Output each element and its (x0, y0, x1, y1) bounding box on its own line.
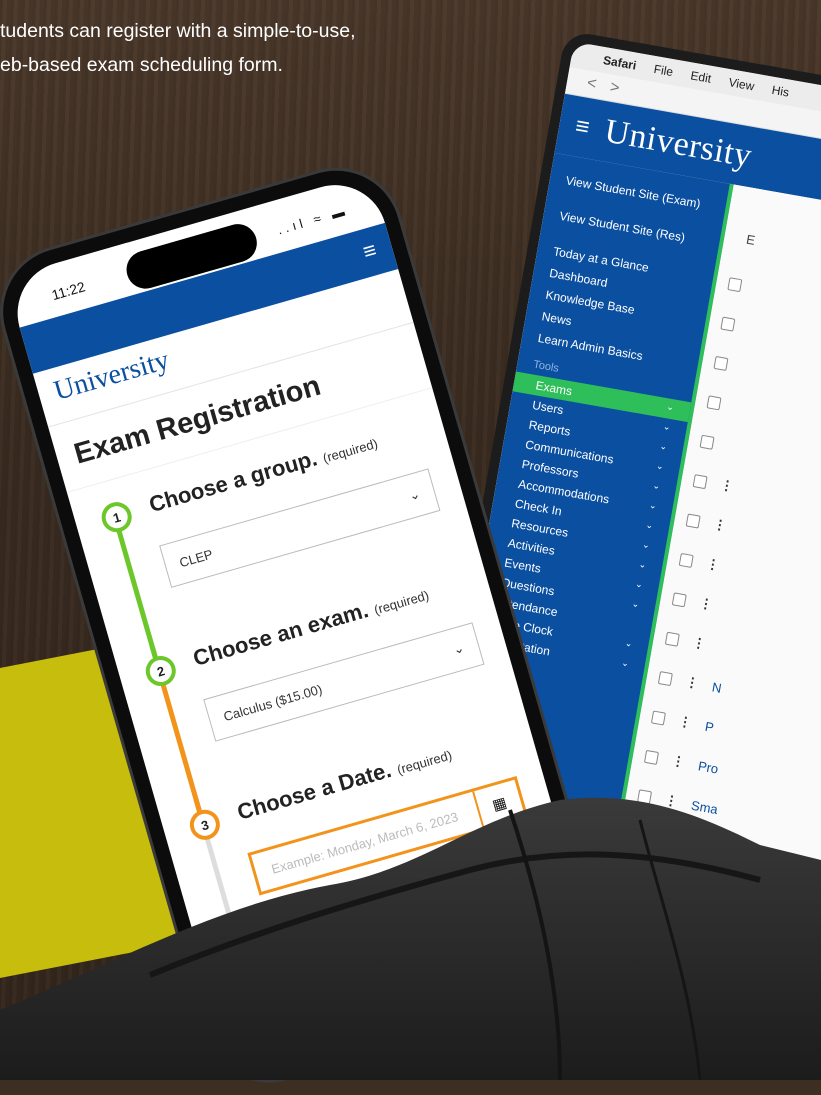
chevron-down-icon: ⌄ (658, 440, 669, 452)
menu-edit[interactable]: Edit (690, 68, 713, 85)
row-checkbox[interactable] (713, 355, 729, 371)
row-label[interactable]: Sma (690, 797, 719, 816)
row-checkbox[interactable] (657, 670, 673, 686)
forward-icon[interactable]: > (608, 79, 621, 98)
hamburger-icon[interactable]: ≡ (573, 112, 591, 142)
row-checkbox[interactable] (699, 434, 715, 450)
menu-safari[interactable]: Safari (602, 53, 637, 73)
back-icon[interactable]: < (585, 75, 598, 94)
row-checkbox[interactable] (664, 631, 680, 647)
chevron-down-icon: ⌄ (407, 485, 422, 504)
chevron-down-icon: ⌄ (655, 460, 665, 472)
menu-file[interactable]: File (653, 62, 674, 79)
table-row[interactable] (697, 421, 744, 468)
step-number: 3 (186, 806, 224, 844)
table-row[interactable] (704, 382, 751, 429)
chevron-down-icon: ⌄ (641, 539, 651, 551)
chevron-down-icon: ⌄ (648, 499, 658, 511)
status-time: 11:22 (49, 278, 87, 304)
row-checkbox[interactable] (637, 788, 653, 804)
chevron-down-icon: ⌄ (638, 558, 648, 570)
row-checkbox[interactable] (644, 749, 660, 765)
calendar-icon[interactable]: ▦ (472, 779, 525, 829)
menu-view[interactable]: View (728, 75, 756, 93)
row-checkbox[interactable] (650, 709, 667, 726)
chevron-down-icon: ⌄ (665, 401, 675, 413)
chevron-down-icon: ⌄ (651, 480, 662, 492)
row-label[interactable]: N (711, 679, 723, 695)
table-header: E (745, 231, 757, 248)
headline: tudents can register with a simple-to-us… (0, 20, 356, 76)
row-checkbox[interactable] (685, 513, 701, 529)
row-menu-icon[interactable]: ⋮ (705, 556, 720, 574)
row-checkbox[interactable] (678, 552, 694, 568)
step-number: 1 (98, 498, 136, 536)
chevron-down-icon: ⌄ (451, 639, 466, 658)
row-checkbox[interactable] (671, 591, 687, 607)
status-icons: ..ıl ≈ ▬ (275, 202, 351, 238)
table-row[interactable] (718, 303, 765, 350)
row-checkbox[interactable] (706, 394, 722, 410)
row-checkbox[interactable] (727, 276, 743, 292)
row-menu-icon[interactable]: ⋮ (691, 634, 706, 652)
row-menu-icon[interactable]: ⋮ (684, 674, 699, 692)
row-label[interactable]: Pro (697, 758, 720, 776)
row-checkbox[interactable] (630, 828, 646, 844)
row-menu-icon[interactable]: ⋮ (712, 516, 727, 534)
row-menu-icon[interactable]: ⋮ (656, 831, 672, 849)
row-menu-icon[interactable]: ⋮ (663, 792, 679, 810)
chevron-down-icon: ⌄ (662, 420, 672, 433)
step-number: 2 (142, 652, 180, 690)
row-checkbox[interactable] (720, 316, 736, 332)
menu-history[interactable]: His (771, 83, 791, 100)
row-menu-icon[interactable]: ⋮ (719, 477, 734, 495)
chevron-down-icon: ⌄ (631, 598, 641, 610)
row-label[interactable]: ACT (683, 837, 711, 856)
step-number: 4 (230, 960, 268, 998)
chevron-down-icon: ⌄ (620, 657, 630, 669)
table-row[interactable] (711, 342, 758, 389)
chevron-down-icon: ⌄ (644, 519, 655, 531)
row-label[interactable]: P (704, 718, 715, 734)
hamburger-icon[interactable]: ≡ (360, 237, 380, 266)
row-menu-icon[interactable]: ⋮ (670, 753, 686, 771)
row-checkbox[interactable] (692, 473, 708, 489)
chevron-down-icon: ⌄ (634, 578, 644, 590)
table-row[interactable] (725, 263, 772, 310)
chevron-down-icon: ⌄ (624, 637, 634, 649)
row-menu-icon[interactable]: ⋮ (698, 595, 713, 613)
row-menu-icon[interactable]: ⋮ (677, 713, 692, 731)
